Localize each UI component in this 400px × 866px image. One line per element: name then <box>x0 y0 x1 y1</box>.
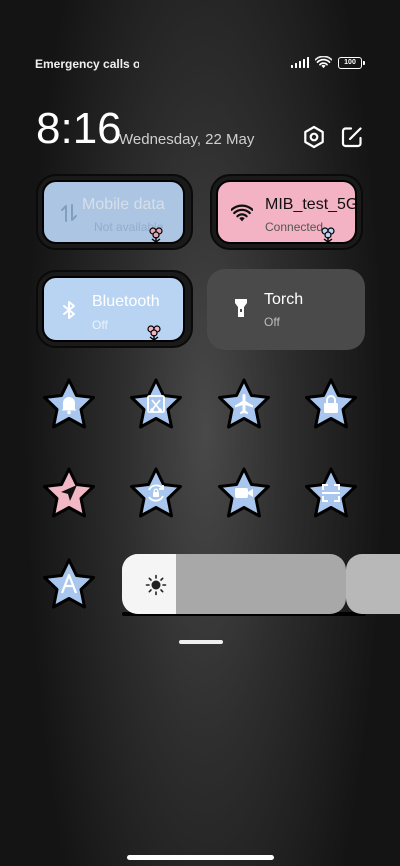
torch-subtitle: Off <box>264 315 280 329</box>
font-toggle[interactable] <box>41 557 97 611</box>
home-indicator[interactable] <box>127 855 274 860</box>
wifi-tile-face: MIB_test_5G Connected <box>216 180 357 244</box>
bluetooth-icon <box>63 301 75 319</box>
scanner-toggle[interactable] <box>303 466 359 520</box>
lock-icon <box>324 395 338 413</box>
rotation-lock-toggle[interactable] <box>128 466 184 520</box>
bluetooth-tile-face: Bluetooth Off <box>42 276 185 342</box>
mobile-data-title: Mobile data <box>82 196 165 213</box>
wifi-icon <box>315 56 332 69</box>
sun-icon <box>145 574 167 596</box>
location-toggle[interactable] <box>41 466 97 520</box>
torch-title: Torch <box>264 291 304 308</box>
battery-level: 100 <box>344 59 356 66</box>
mobile-data-tile-face: Mobile data Not available <box>42 180 185 244</box>
ring-mode-toggle[interactable] <box>41 377 97 431</box>
clock: 8:16 <box>36 104 122 153</box>
mobile-data-icon <box>61 204 77 222</box>
wifi-title: MIB_test_5G <box>265 196 357 213</box>
date: Wednesday, 22 May <box>119 131 255 148</box>
torch-icon <box>235 299 247 317</box>
drag-handle[interactable] <box>179 640 223 644</box>
screenshot-toggle[interactable] <box>128 377 184 431</box>
screenshot-icon <box>147 395 165 413</box>
screen-recorder-toggle[interactable] <box>216 466 272 520</box>
scanner-icon <box>322 484 340 502</box>
flower-icon <box>147 325 161 340</box>
torch-tile[interactable]: Torch Off <box>207 269 365 350</box>
battery-icon: 100 <box>338 56 365 69</box>
screen-record-icon <box>235 488 253 498</box>
airplane-mode-toggle[interactable] <box>216 377 272 431</box>
flower-icon <box>321 227 335 242</box>
wifi-icon <box>231 204 253 222</box>
rotation-lock-icon <box>148 484 164 502</box>
bluetooth-title: Bluetooth <box>92 293 160 310</box>
signal-icon <box>290 57 309 68</box>
bluetooth-subtitle: Off <box>92 318 108 332</box>
volume-slider[interactable] <box>346 554 400 614</box>
status-icons: 100 <box>290 56 365 69</box>
carrier-text: Emergency calls o <box>35 57 139 71</box>
settings-icon[interactable] <box>301 124 327 150</box>
wifi-subtitle: Connected <box>265 220 324 234</box>
edit-icon[interactable] <box>339 124 365 150</box>
lock-screen-toggle[interactable] <box>303 377 359 431</box>
font-icon <box>60 573 78 594</box>
location-icon <box>61 485 77 501</box>
airplane-icon <box>235 394 253 414</box>
bell-icon <box>61 397 77 415</box>
status-bar: Emergency calls o 100 <box>0 0 400 80</box>
flower-icon <box>149 227 163 242</box>
